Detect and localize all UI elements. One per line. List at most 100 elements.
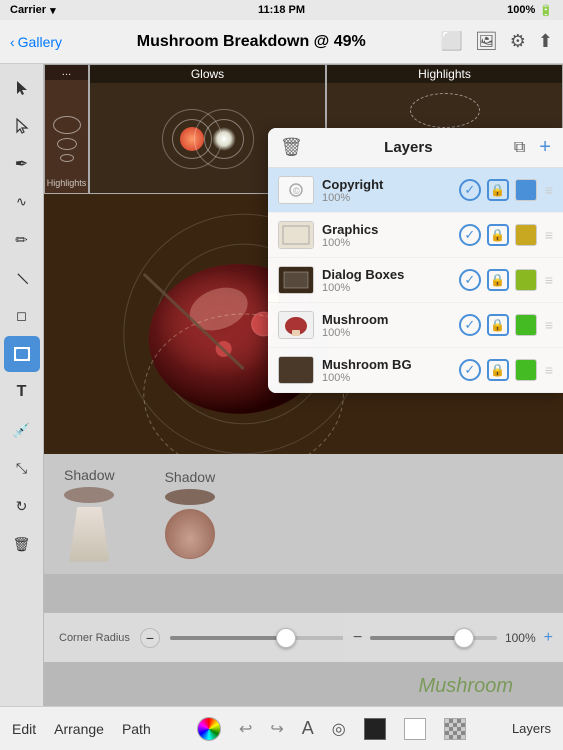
settings-icon[interactable]: ⚙	[510, 31, 526, 52]
zoom-minus-button[interactable]: −	[353, 629, 362, 647]
layer-thumb-graphics	[278, 221, 314, 249]
shadow-label-right: Shadow	[165, 469, 216, 485]
bottom-right: Layers	[512, 721, 551, 736]
layers-trash-button[interactable]: 🗑	[280, 137, 303, 158]
undo-button[interactable]: ↩	[239, 719, 252, 739]
scale-tool[interactable]: ⤡	[4, 450, 40, 486]
shadow-area: Shadow Shadow Mushroom	[44, 454, 563, 574]
canvas-area: ✒ ∿ ✏ | ◻ T 💉 ⤡ ↻ 🗑 … Highlights	[0, 64, 563, 706]
layers-toggle-button[interactable]: Layers	[512, 721, 551, 736]
layer-drag-mushroom: ≡	[545, 317, 553, 333]
layer-color-dialog[interactable]	[515, 269, 537, 291]
shadow-label-left: Shadow	[64, 467, 115, 483]
eyedropper-tool[interactable]: 💉	[4, 412, 40, 448]
layer-visible-copyright[interactable]: ✓	[459, 179, 481, 201]
arrange-menu[interactable]: Arrange	[54, 721, 104, 737]
layer-controls-dialog: ✓ 🔒 ≡	[459, 269, 553, 291]
line-tool[interactable]: |	[0, 253, 47, 304]
layer-thumb-mushroom-bg	[278, 356, 314, 384]
text-tool-bottom[interactable]: A	[302, 718, 314, 739]
nav-icons: ⬜ 🖼 ⚙ ⬆	[440, 31, 553, 52]
zoom-plus-button[interactable]: +	[544, 629, 553, 647]
nav-bar: ‹ Gallery Mushroom Breakdown @ 49% ⬜ 🖼 ⚙…	[0, 20, 563, 64]
layers-header: 🗑 Layers ⧉ +	[268, 128, 563, 168]
mushroom-script-text: Mushroom	[419, 675, 513, 698]
frame-icon[interactable]: ⬜	[440, 31, 462, 52]
layer-color-mushroom-bg[interactable]	[515, 359, 537, 381]
highlight-ellipses	[53, 116, 81, 162]
edit-menu[interactable]: Edit	[12, 721, 36, 737]
layer-controls-graphics: ✓ 🔒 ≡	[459, 224, 553, 246]
layer-color-mushroom[interactable]	[515, 314, 537, 336]
bottom-left: Edit Arrange Path	[12, 721, 151, 737]
layer-info-mushroom-bg: Mushroom BG 100%	[322, 357, 451, 384]
gallery-back-label[interactable]: Gallery	[18, 34, 62, 50]
battery-label: 100%	[507, 4, 535, 16]
eraser-tool[interactable]: ◻	[4, 298, 40, 334]
select-tool[interactable]	[4, 70, 40, 106]
layer-info-dialog: Dialog Boxes 100%	[322, 267, 451, 294]
corner-radius-thumb[interactable]	[276, 628, 296, 648]
layers-panel: 🗑 Layers ⧉ + © Copyright 100% ✓	[268, 128, 563, 393]
direct-select-tool[interactable]	[4, 108, 40, 144]
layer-row-graphics[interactable]: Graphics 100% ✓ 🔒 ≡	[268, 213, 563, 258]
corner-radius-minus[interactable]: −	[140, 628, 160, 648]
layer-visible-dialog[interactable]: ✓	[459, 269, 481, 291]
redo-button[interactable]: ↪	[270, 719, 283, 739]
layer-lock-graphics[interactable]: 🔒	[487, 224, 509, 246]
layer-info-graphics: Graphics 100%	[322, 222, 451, 249]
layers-add-button[interactable]: +	[539, 136, 551, 159]
layer-color-copyright[interactable]	[515, 179, 537, 201]
color-picker-button[interactable]	[197, 717, 221, 741]
document-title: Mushroom Breakdown @ 49%	[137, 33, 366, 51]
share-icon[interactable]: ⬆	[538, 31, 553, 52]
rotate-tool[interactable]: ↻	[4, 488, 40, 524]
layer-lock-mushroom[interactable]: 🔒	[487, 314, 509, 336]
rectangle-tool[interactable]	[4, 336, 40, 372]
layer-controls-copyright: ✓ 🔒 ≡	[459, 179, 553, 201]
pencil-tool[interactable]: ✏	[4, 222, 40, 258]
path-menu[interactable]: Path	[122, 721, 151, 737]
pen-tool[interactable]: ✒	[4, 146, 40, 182]
zoom-slider[interactable]	[370, 636, 497, 640]
shadow-ellipse-left	[64, 487, 114, 503]
layer-color-graphics[interactable]	[515, 224, 537, 246]
layer-lock-dialog[interactable]: 🔒	[487, 269, 509, 291]
layer-opacity-dialog: 100%	[322, 282, 451, 294]
layer-name-mushroom: Mushroom	[322, 312, 451, 327]
svg-text:©: ©	[293, 186, 300, 196]
fill-checker-button[interactable]	[444, 718, 466, 740]
layer-lock-mushroom-bg[interactable]: 🔒	[487, 359, 509, 381]
layer-row-mushroom-bg[interactable]: Mushroom BG 100% ✓ 🔒 ≡	[268, 348, 563, 393]
fill-black-button[interactable]	[364, 718, 386, 740]
layer-drag-copyright: ≡	[545, 182, 553, 198]
thumbnail-highlights-left[interactable]: … Highlights	[44, 64, 89, 194]
canvas-content: … Highlights Glows	[44, 64, 563, 706]
layer-visible-mushroom-bg[interactable]: ✓	[459, 359, 481, 381]
zoom-slider-thumb[interactable]	[454, 628, 474, 648]
layer-lock-copyright[interactable]: 🔒	[487, 179, 509, 201]
layer-row-copyright[interactable]: © Copyright 100% ✓ 🔒 ≡	[268, 168, 563, 213]
glow-group-right	[212, 127, 236, 151]
layer-row-mushroom[interactable]: Mushroom 100% ✓ 🔒 ≡	[268, 303, 563, 348]
layer-row-dialog-boxes[interactable]: Dialog Boxes 100% ✓ 🔒 ≡	[268, 258, 563, 303]
back-button[interactable]: ‹ Gallery	[10, 34, 62, 50]
glow-mid-2	[204, 119, 244, 159]
thumbnail-label-left: …	[45, 65, 88, 80]
corner-radius-track	[170, 636, 283, 640]
fill-white-button[interactable]	[404, 718, 426, 740]
status-bar-right: 100% 🔋	[507, 4, 553, 17]
status-bar-time: 11:18 PM	[258, 4, 305, 16]
layer-name-copyright: Copyright	[322, 177, 451, 192]
target-icon[interactable]: ◎	[332, 719, 346, 739]
type-tool[interactable]: T	[4, 374, 40, 410]
curvature-tool[interactable]: ∿	[4, 184, 40, 220]
shadow-sphere	[165, 509, 215, 559]
trash-tool[interactable]: 🗑	[4, 526, 40, 562]
image-icon[interactable]: 🖼	[475, 31, 498, 52]
layer-name-mushroom-bg: Mushroom BG	[322, 357, 451, 372]
layer-visible-mushroom[interactable]: ✓	[459, 314, 481, 336]
layer-visible-graphics[interactable]: ✓	[459, 224, 481, 246]
layers-duplicate-button[interactable]: ⧉	[514, 139, 525, 157]
bottom-center: ↩ ↪ A ◎	[197, 717, 466, 741]
